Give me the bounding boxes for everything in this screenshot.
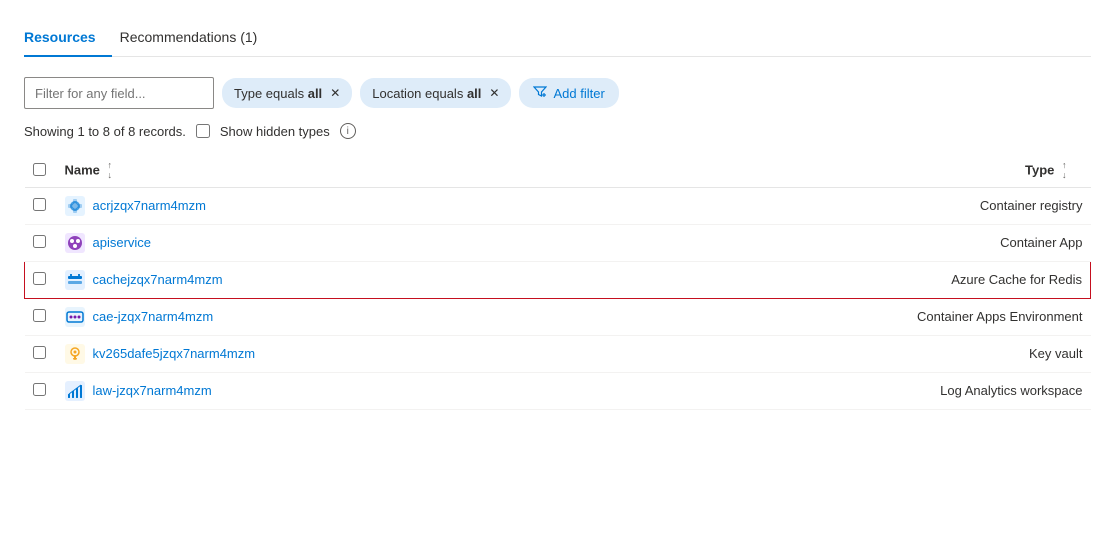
tabs-container: Resources Recommendations (1) bbox=[24, 20, 1091, 57]
tab-recommendations[interactable]: Recommendations (1) bbox=[120, 21, 274, 57]
row-name-cell: acrjzqx7narm4mzm bbox=[57, 187, 607, 224]
row-type-cell: Key vault bbox=[607, 335, 1091, 372]
table-row[interactable]: kv265dafe5jzqx7narm4mzm Key vault bbox=[25, 335, 1091, 372]
row-type-cell: Log Analytics workspace bbox=[607, 372, 1091, 409]
filter-row: Type equals all ✕ Location equals all ✕ … bbox=[24, 77, 1091, 109]
add-filter-button[interactable]: Add filter bbox=[519, 78, 618, 108]
key-vault-icon bbox=[65, 344, 85, 364]
table-row[interactable]: apiservice Container App bbox=[25, 224, 1091, 261]
resource-link-2[interactable]: cachejzqx7narm4mzm bbox=[93, 272, 223, 287]
resource-link-5[interactable]: law-jzqx7narm4mzm bbox=[93, 383, 212, 398]
name-sort-icon[interactable]: ↑↓ bbox=[108, 161, 113, 181]
row-name-cell: apiservice bbox=[57, 224, 607, 261]
row-checkbox-cell bbox=[25, 187, 57, 224]
row-checkbox-cell bbox=[25, 224, 57, 261]
resources-table: Name ↑↓ Type ↑↓ acrjzqx7narm4mzm Contai bbox=[24, 155, 1091, 410]
row-name-cell: cae-jzqx7narm4mzm bbox=[57, 298, 607, 335]
type-filter-label: Type equals all bbox=[234, 86, 322, 101]
row-type-cell: Container Apps Environment bbox=[607, 298, 1091, 335]
type-filter-chip: Type equals all ✕ bbox=[222, 78, 352, 108]
filter-input[interactable] bbox=[24, 77, 214, 109]
show-hidden-types-checkbox[interactable] bbox=[196, 124, 210, 138]
location-filter-chip: Location equals all ✕ bbox=[360, 78, 511, 108]
row-type-cell: Container registry bbox=[607, 187, 1091, 224]
redis-cache-icon bbox=[65, 270, 85, 290]
row-checkbox-cell bbox=[25, 372, 57, 409]
table-row[interactable]: acrjzqx7narm4mzm Container registry bbox=[25, 187, 1091, 224]
add-filter-label: Add filter bbox=[553, 86, 604, 101]
records-count-text: Showing 1 to 8 of 8 records. bbox=[24, 124, 186, 139]
location-filter-label: Location equals all bbox=[372, 86, 481, 101]
table-row-highlighted[interactable]: cachejzqx7narm4mzm Azure Cache for Redis bbox=[25, 261, 1091, 298]
row-name-cell: law-jzqx7narm4mzm bbox=[57, 372, 607, 409]
add-filter-icon bbox=[533, 85, 547, 102]
row-checkbox-cell bbox=[25, 298, 57, 335]
table-row[interactable]: law-jzqx7narm4mzm Log Analytics workspac… bbox=[25, 372, 1091, 409]
resource-link-4[interactable]: kv265dafe5jzqx7narm4mzm bbox=[93, 346, 256, 361]
select-all-header bbox=[25, 155, 57, 187]
row-checkbox-3[interactable] bbox=[33, 309, 46, 322]
row-checkbox-0[interactable] bbox=[33, 198, 46, 211]
row-checkbox-5[interactable] bbox=[33, 383, 46, 396]
resource-link-3[interactable]: cae-jzqx7narm4mzm bbox=[93, 309, 214, 324]
info-icon[interactable]: i bbox=[340, 123, 356, 139]
container-registry-icon bbox=[65, 196, 85, 216]
container-app-icon bbox=[65, 233, 85, 253]
show-hidden-label: Show hidden types bbox=[220, 124, 330, 139]
resource-link-0[interactable]: acrjzqx7narm4mzm bbox=[93, 198, 206, 213]
select-all-checkbox[interactable] bbox=[33, 163, 46, 176]
log-analytics-icon bbox=[65, 381, 85, 401]
row-type-cell: Container App bbox=[607, 224, 1091, 261]
tab-resources[interactable]: Resources bbox=[24, 21, 112, 57]
row-checkbox-cell bbox=[25, 335, 57, 372]
resource-link-1[interactable]: apiservice bbox=[93, 235, 152, 250]
name-column-header[interactable]: Name ↑↓ bbox=[57, 155, 607, 187]
type-sort-icon[interactable]: ↑↓ bbox=[1062, 161, 1067, 181]
row-checkbox-4[interactable] bbox=[33, 346, 46, 359]
row-name-cell: cachejzqx7narm4mzm bbox=[57, 261, 607, 298]
row-checkbox-1[interactable] bbox=[33, 235, 46, 248]
row-checkbox-cell bbox=[25, 261, 57, 298]
row-name-cell: kv265dafe5jzqx7narm4mzm bbox=[57, 335, 607, 372]
location-filter-close-icon[interactable]: ✕ bbox=[489, 86, 499, 100]
row-type-cell: Azure Cache for Redis bbox=[607, 261, 1091, 298]
type-filter-close-icon[interactable]: ✕ bbox=[330, 86, 340, 100]
row-checkbox-2[interactable] bbox=[33, 272, 46, 285]
type-column-header[interactable]: Type ↑↓ bbox=[607, 155, 1091, 187]
container-apps-env-icon bbox=[65, 307, 85, 327]
table-row[interactable]: cae-jzqx7narm4mzm Container Apps Environ… bbox=[25, 298, 1091, 335]
records-info-row: Showing 1 to 8 of 8 records. Show hidden… bbox=[24, 123, 1091, 139]
